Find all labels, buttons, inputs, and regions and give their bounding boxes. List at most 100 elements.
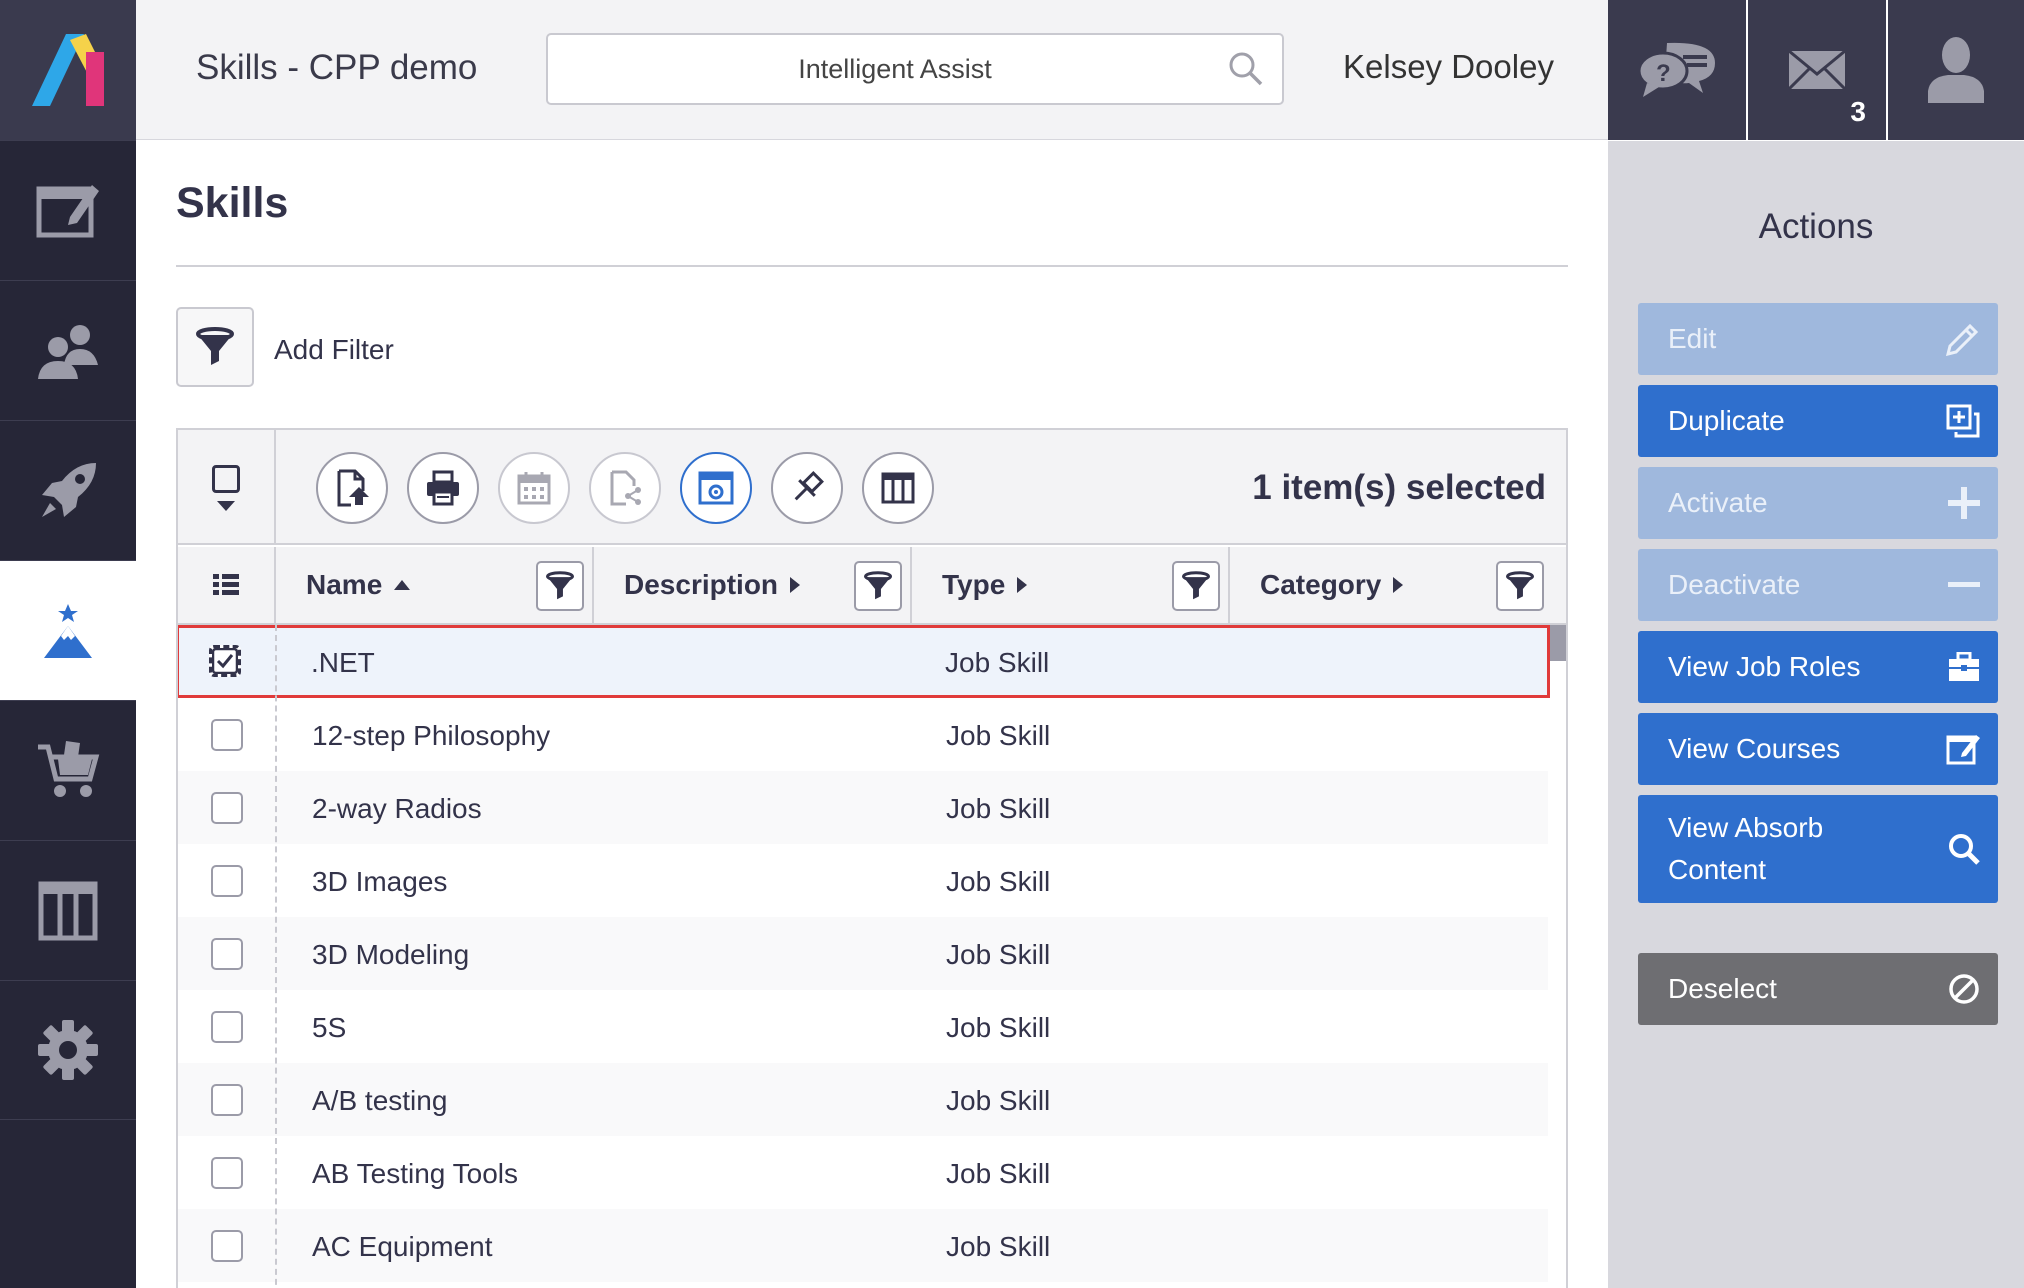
row-checkbox[interactable] [211,938,243,970]
column-header-description[interactable]: Description [594,547,912,625]
messages-count-badge: 3 [1850,96,1866,127]
category-filter-button[interactable] [1496,561,1544,611]
column-header-name[interactable]: Name [276,547,594,625]
table-row[interactable]: AB Testing Tools Job Skill [178,1136,1548,1209]
row-checkbox[interactable] [211,1011,243,1043]
edit-button[interactable]: Edit [1638,303,1998,375]
nav-reports[interactable] [0,840,136,980]
plus-icon [1948,487,1980,519]
pin-icon [794,471,824,501]
view-absorb-content-button[interactable]: View Absorb Content [1638,795,1998,903]
row-name: 3D Images [312,866,448,897]
shopping-cart-icon [38,740,100,797]
user-profile-icon [1928,37,1984,103]
pin-button[interactable] [771,452,843,524]
search-icon [1948,833,1980,865]
description-filter-button[interactable] [854,561,902,611]
row-name: AC Equipment [312,1231,493,1262]
add-filter-label[interactable]: Add Filter [274,334,394,366]
messages-button[interactable]: 3 [1748,0,1886,140]
nav-courses[interactable] [0,140,136,280]
app-logo[interactable] [0,0,136,140]
deselect-button[interactable]: Deselect [1638,953,1998,1025]
column-header-type[interactable]: Type [912,547,1230,625]
caret-down-icon [217,500,235,511]
row-checkbox[interactable] [211,1230,243,1262]
view-courses-button[interactable]: View Courses [1638,713,1998,785]
share-report-button[interactable] [589,452,661,524]
activate-button[interactable]: Activate [1638,467,1998,539]
app-title: Skills - CPP demo [196,48,478,87]
course-editor-icon [36,184,99,237]
table-row[interactable]: 3D Images Job Skill [178,844,1548,917]
nav-skills[interactable] [0,560,136,700]
select-all-dropdown[interactable] [178,430,276,545]
view-job-roles-button[interactable]: View Job Roles [1638,631,1998,703]
name-filter-button[interactable] [536,561,584,611]
funnel-icon [1182,571,1210,600]
row-checkbox[interactable] [211,1084,243,1116]
funnel-icon [864,571,892,600]
export-button[interactable] [316,452,388,524]
duplicate-icon [1946,404,1980,438]
row-checkbox[interactable] [211,719,243,751]
row-name: 2-way Radios [312,793,482,824]
main-content: Skills Add Filter 1 item(s) selected Nam… [136,141,1608,1288]
select-all-checkbox[interactable] [212,464,240,493]
search-icon[interactable] [1228,51,1264,92]
table-row[interactable]: A/B testing Job Skill [178,1063,1548,1136]
selected-count: 1 item(s) selected [1252,468,1546,507]
schedule-button[interactable] [498,452,570,524]
row-type: Job Skill [946,866,1051,897]
column-label-category[interactable]: Category [1260,569,1404,601]
row-checkbox[interactable] [211,792,243,824]
skills-mountain-icon [44,603,92,658]
table-row[interactable]: 12-step Philosophy Job Skill [178,698,1548,771]
column-label-type[interactable]: Type [942,569,1028,601]
table-row[interactable]: 3D Modeling Job Skill [178,917,1548,990]
table-row[interactable]: 5S Job Skill [178,990,1548,1063]
profile-button[interactable] [1888,0,2024,140]
type-filter-button[interactable] [1172,561,1220,611]
users-icon [38,324,98,379]
user-name[interactable]: Kelsey Dooley [1343,48,1554,86]
row-checkbox[interactable] [211,1157,243,1189]
share-document-icon [610,470,641,506]
actions-panel: Actions Edit Duplicate Activate Deactiva… [1608,141,2024,1288]
row-checkbox-checked[interactable] [209,645,241,677]
nav-ecommerce[interactable] [0,700,136,840]
nav-settings[interactable] [0,980,136,1120]
column-settings-button[interactable] [680,452,752,524]
row-type: Job Skill [946,720,1051,751]
envelope-icon [1788,50,1846,90]
table-row[interactable]: .NET Job Skill [178,625,1550,698]
row-checkbox[interactable] [211,865,243,897]
checkbox-column-divider [275,625,277,1288]
search-input[interactable] [548,35,1282,103]
nav-users[interactable] [0,280,136,420]
skills-grid: 1 item(s) selected Name Description Type… [176,428,1568,1288]
column-chooser-header[interactable] [178,547,276,625]
column-label-description[interactable]: Description [624,569,801,601]
duplicate-button[interactable]: Duplicate [1638,385,1998,457]
grid-scrollbar-thumb[interactable] [1550,625,1566,661]
table-row[interactable]: AC Equipment Job Skill [178,1209,1548,1282]
row-type: Job Skill [946,1012,1051,1043]
nav-launch[interactable] [0,420,136,560]
print-button[interactable] [407,452,479,524]
help-chat-button[interactable]: ? [1608,0,1746,140]
intelligent-assist-search[interactable] [546,33,1284,105]
funnel-icon [546,571,574,600]
column-label-name[interactable]: Name [306,569,411,601]
row-type: Job Skill [946,793,1051,824]
svg-text:?: ? [1656,60,1671,87]
row-name: A/B testing [312,1085,448,1116]
grid-toolbar: 1 item(s) selected [178,430,1566,545]
columns-button[interactable] [862,452,934,524]
deactivate-button[interactable]: Deactivate [1638,549,1998,621]
column-header-category[interactable]: Category [1230,547,1566,625]
gear-icon [38,1020,98,1080]
table-row[interactable]: 2-way Radios Job Skill [178,771,1548,844]
add-filter-button[interactable] [176,307,254,387]
row-name: .NET [311,647,375,678]
